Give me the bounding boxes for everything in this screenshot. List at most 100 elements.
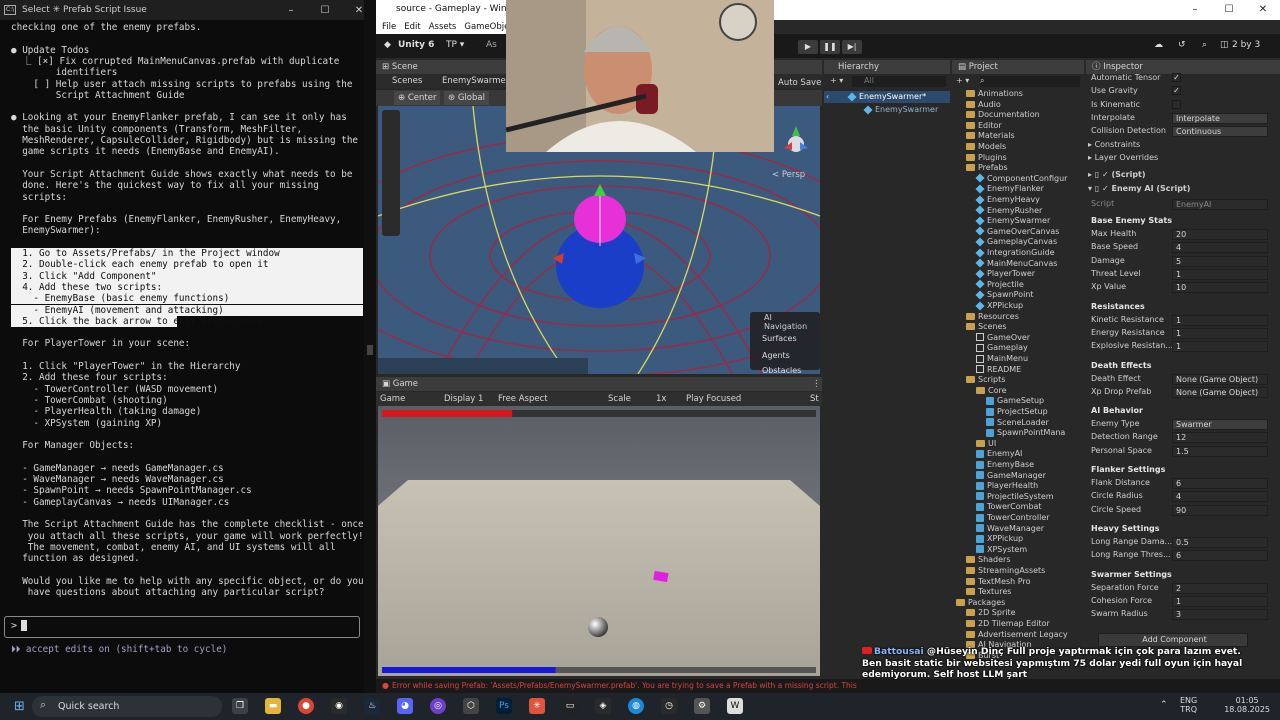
project-item-folder[interactable]: Materials: [966, 131, 1015, 140]
breadcrumb-scenes[interactable]: Scenes: [392, 74, 422, 88]
project-item-prefab[interactable]: XPPickup: [975, 300, 1023, 311]
project-item-prefab[interactable]: EnemySwarmer: [975, 216, 1050, 226]
inspector-checkbox[interactable]: ✓: [1172, 86, 1181, 96]
inspector-field-value[interactable]: 20: [1172, 229, 1268, 241]
hierarchy-child[interactable]: EnemySwarmer: [863, 104, 938, 115]
scene-tools-palette[interactable]: [382, 110, 400, 236]
inspector-field-value[interactable]: 2: [1172, 582, 1268, 594]
terminal-scrollbar[interactable]: [364, 0, 376, 693]
layout-dropdown[interactable]: 2 by 3: [1232, 40, 1260, 50]
cloud-icon[interactable]: ☁: [1154, 40, 1163, 50]
project-item-folder[interactable]: Textures: [966, 587, 1011, 596]
persp-label[interactable]: < Persp: [772, 168, 805, 182]
project-search[interactable]: ⌕: [980, 76, 1080, 87]
inspector-field-value[interactable]: 3: [1172, 609, 1268, 621]
inspector-field-value[interactable]: 1: [1172, 595, 1268, 607]
layers-icon[interactable]: ◫: [1220, 40, 1229, 50]
project-item-prefab[interactable]: EnemyHeavy: [975, 194, 1040, 205]
chrome-icon[interactable]: ●: [298, 698, 314, 714]
maximize-button[interactable]: ☐: [308, 5, 342, 16]
tab-game[interactable]: ▣ Game: [382, 377, 418, 391]
status-bar[interactable]: ● Error while saving Prefab: 'Assets/Pre…: [376, 679, 1280, 693]
scene-gizmo[interactable]: [776, 112, 816, 162]
project-item-folder[interactable]: Prefabs: [966, 163, 1008, 172]
terminal-input[interactable]: >: [4, 616, 360, 638]
inspector-field-value[interactable]: 4: [1172, 491, 1268, 503]
photoshop-icon[interactable]: Ps: [496, 698, 512, 714]
project-item-prefab[interactable]: GameplayCanvas: [975, 237, 1057, 247]
ai-nav-surfaces[interactable]: Surfaces: [750, 332, 820, 345]
project-add-button[interactable]: + ▾: [956, 76, 969, 85]
play-focused-dropdown[interactable]: Play Focused: [686, 392, 741, 406]
project-item-folder[interactable]: UI: [976, 439, 996, 448]
app-icon-orange[interactable]: ✳: [529, 698, 545, 714]
game-view[interactable]: [378, 406, 820, 676]
script-field[interactable]: EnemyAI: [1172, 199, 1268, 211]
breadcrumb-prefab[interactable]: EnemySwarmer: [442, 74, 509, 88]
inspector-checkbox[interactable]: [1172, 99, 1181, 109]
terminal-icon[interactable]: ▭: [562, 698, 578, 714]
tab-scene[interactable]: ⊞ Scene: [382, 60, 418, 74]
inspector-field-value[interactable]: 1: [1172, 314, 1268, 326]
back-arrow-icon[interactable]: ‹: [826, 92, 829, 101]
menu-assets[interactable]: Assets: [429, 22, 457, 32]
clock[interactable]: 01:05 18.08.2025: [1224, 696, 1270, 714]
project-item-folder[interactable]: Advertisement Legacy: [966, 630, 1068, 639]
discord-icon[interactable]: ◕: [397, 698, 413, 714]
project-item-folder[interactable]: Packages: [956, 598, 1005, 607]
inspector-field-value[interactable]: 12: [1172, 432, 1268, 444]
project-item-prefab[interactable]: IntegrationGuide: [975, 247, 1055, 258]
project-item-prefab[interactable]: PlayerTower: [975, 269, 1035, 279]
tab-hierarchy[interactable]: Hierarchy: [838, 60, 879, 74]
inspector-field-value[interactable]: 10: [1172, 282, 1268, 294]
hierarchy-add-button[interactable]: + ▾: [830, 76, 843, 85]
project-item-script[interactable]: GameManager: [976, 471, 1046, 480]
inspector-dropdown[interactable]: Continuous: [1172, 126, 1268, 138]
project-item-folder[interactable]: Scenes: [966, 322, 1007, 331]
project-item-prefab[interactable]: GameOverCanvas: [975, 226, 1059, 236]
auto-save-toggle[interactable]: Auto Save: [778, 76, 821, 90]
github-icon[interactable]: ◎: [430, 698, 446, 714]
project-item-folder[interactable]: Shaders: [966, 555, 1011, 564]
project-item-prefab[interactable]: Projectile: [975, 279, 1024, 289]
game-mode-dropdown[interactable]: Game: [380, 392, 405, 406]
project-item-prefab[interactable]: EnemyRusher: [975, 205, 1042, 215]
project-item-folder[interactable]: Scripts: [966, 375, 1005, 384]
tab-project[interactable]: ▤ Project: [958, 60, 998, 74]
unity-hub-icon[interactable]: ⬡: [463, 698, 479, 714]
history-icon[interactable]: ↺: [1178, 40, 1186, 50]
project-item-scene[interactable]: README: [976, 365, 1021, 374]
inspector-field-value[interactable]: 0.5: [1172, 536, 1268, 548]
add-component-button[interactable]: Add Component: [1098, 633, 1248, 647]
language-indicator[interactable]: ENG TRQ: [1180, 696, 1197, 714]
missing-script-component[interactable]: ▸ ▯ ✓ (Script): [1088, 170, 1146, 179]
unity-maximize-button[interactable]: ☐: [1212, 0, 1246, 20]
minimize-button[interactable]: –: [274, 5, 308, 16]
project-item-folder[interactable]: Editor: [966, 121, 1002, 130]
global-dropdown[interactable]: ⊛ Global: [444, 91, 489, 105]
inspector-checkbox[interactable]: ✓: [1172, 73, 1181, 82]
project-item-folder[interactable]: Documentation: [966, 110, 1040, 119]
settings-gear-icon[interactable]: ⚙: [694, 698, 710, 714]
steam-icon[interactable]: ♨: [364, 698, 380, 714]
scrollbar-thumb[interactable]: [367, 345, 373, 355]
project-item-folder[interactable]: Animations: [966, 89, 1023, 98]
inspector-field-value[interactable]: 90: [1172, 504, 1268, 516]
clock-app-icon[interactable]: ◷: [661, 698, 677, 714]
project-item-script[interactable]: ProjectileSystem: [976, 492, 1054, 501]
project-item-folder[interactable]: 2D Tilemap Editor: [966, 619, 1050, 628]
scale-value[interactable]: 1x: [656, 392, 666, 406]
project-item-folder[interactable]: Models: [966, 142, 1006, 151]
inspector-field-value[interactable]: 5: [1172, 255, 1268, 267]
status-error-message[interactable]: Error while saving Prefab: 'Assets/Prefa…: [392, 681, 992, 690]
inspector-dropdown[interactable]: Interpolate: [1172, 112, 1268, 124]
foldout-0[interactable]: ▸ Constraints: [1088, 140, 1140, 149]
ai-nav-agents[interactable]: Agents: [750, 345, 820, 360]
project-item-prefab[interactable]: SpawnPoint: [975, 290, 1034, 300]
inspector-field-value[interactable]: 4: [1172, 242, 1268, 254]
inspector-field-value[interactable]: Swarmer: [1172, 419, 1268, 431]
project-item-folder[interactable]: StreamingAssets: [966, 566, 1045, 575]
hierarchy-search[interactable]: All: [852, 76, 946, 87]
search-icon[interactable]: ⌕: [1202, 40, 1207, 50]
inspector-field-value[interactable]: None (Game Object): [1172, 373, 1268, 385]
